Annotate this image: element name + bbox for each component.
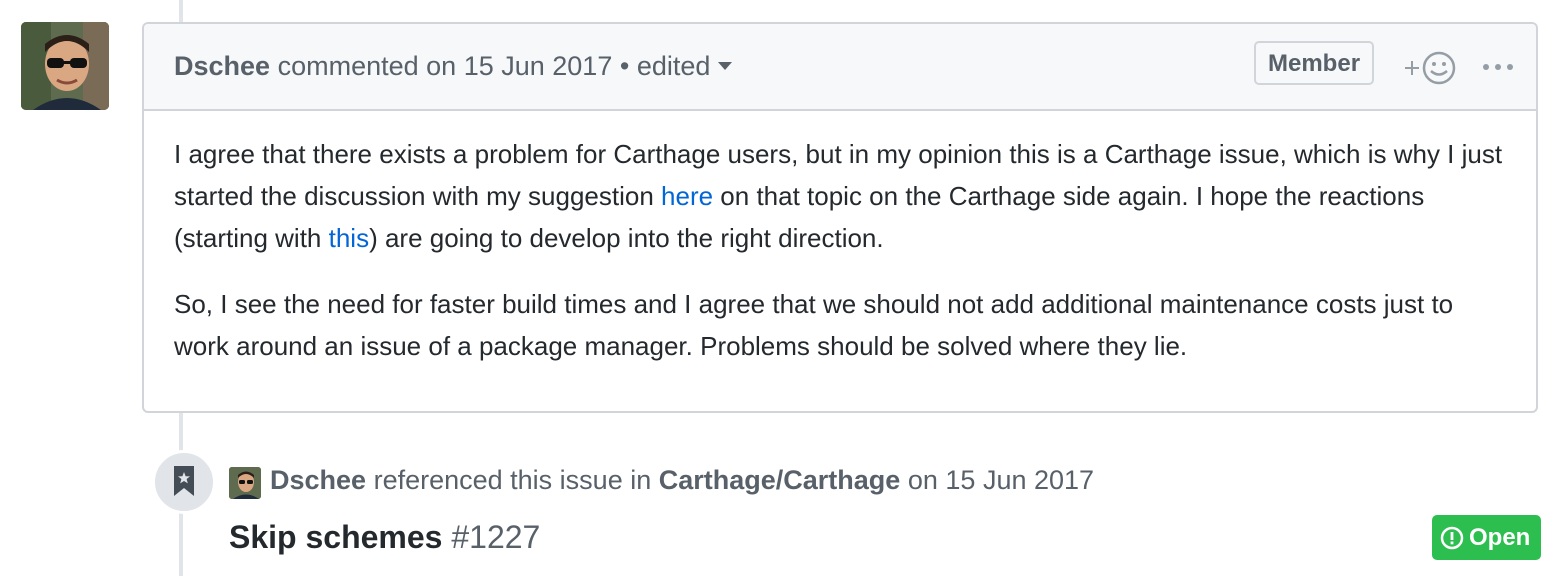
bookmark-icon	[174, 466, 194, 496]
comment-box: Dschee commented on 15 Jun 2017 • edited…	[142, 22, 1538, 413]
role-badge: Member	[1254, 41, 1374, 85]
comment-author[interactable]: Dschee	[174, 51, 270, 81]
reference-avatar[interactable]	[229, 467, 261, 499]
text-segment: ) are going to develop into the right di…	[369, 223, 884, 253]
link-this[interactable]: this	[329, 223, 369, 253]
reference-action: referenced this issue in	[373, 465, 652, 495]
avatar[interactable]	[21, 22, 109, 110]
comment-header: Dschee commented on 15 Jun 2017 • edited…	[144, 24, 1536, 111]
comment-date[interactable]: 15 Jun 2017	[464, 51, 613, 81]
more-options-button[interactable]	[1480, 52, 1516, 82]
status-label: Open	[1469, 524, 1531, 551]
chevron-down-icon	[718, 62, 733, 70]
reference-date-prefix: on	[907, 465, 938, 495]
edited-label: edited	[636, 51, 711, 81]
event-badge	[152, 450, 216, 514]
comment-paragraph: So, I see the need for faster build time…	[174, 289, 1454, 361]
add-reaction-button[interactable]	[1402, 50, 1458, 86]
add-reaction-icon	[1405, 51, 1456, 85]
status-badge: Open	[1432, 515, 1541, 560]
kebab-horizontal-icon	[1483, 64, 1513, 70]
issue-opened-icon	[1440, 526, 1464, 550]
referenced-issue[interactable]: Skip schemes #1227	[229, 519, 540, 556]
reference-author[interactable]: Dschee	[270, 465, 366, 495]
issue-number[interactable]: #1227	[451, 519, 540, 555]
edited-dropdown[interactable]: edited	[637, 51, 733, 81]
comment-paragraph: I agree that there exists a problem for …	[174, 133, 1506, 259]
reference-event-text: Dschee referenced this issue in Carthage…	[270, 465, 1094, 496]
link-here[interactable]: here	[661, 181, 713, 211]
reference-repository[interactable]: Carthage/Carthage	[659, 465, 901, 495]
comment-action: commented on	[277, 51, 457, 81]
issue-title[interactable]: Skip schemes	[229, 519, 442, 555]
reference-date[interactable]: 15 Jun 2017	[945, 465, 1094, 495]
comment-body: I agree that there exists a problem for …	[144, 111, 1536, 367]
comment-meta: Dschee commented on 15 Jun 2017 • edited	[174, 51, 733, 82]
separator: •	[619, 51, 630, 81]
